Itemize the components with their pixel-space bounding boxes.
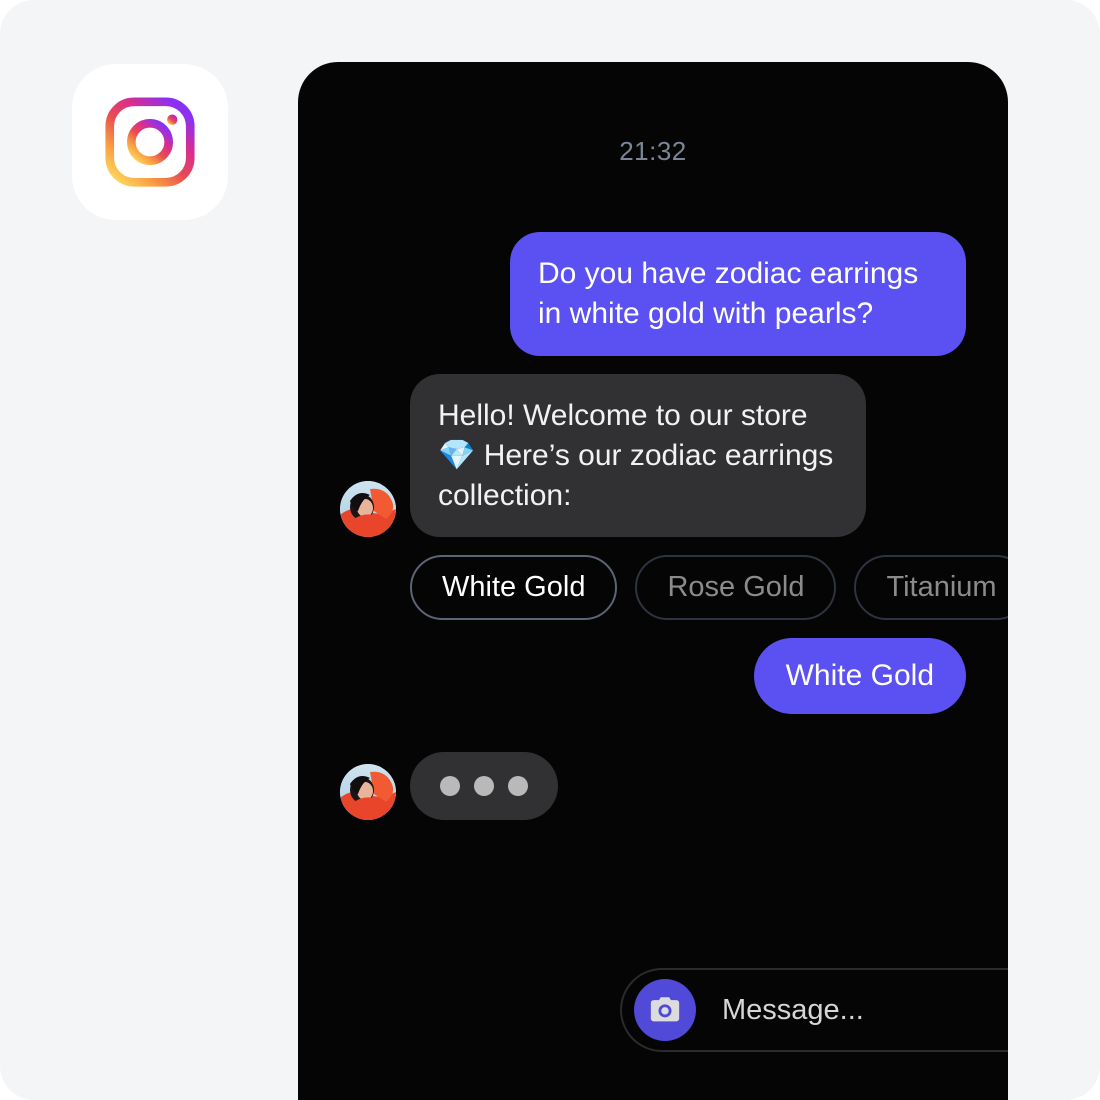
chat-panel: 21:32 Do you have zodiac earrings in whi… bbox=[298, 62, 1008, 1100]
agent-avatar bbox=[340, 764, 396, 821]
message-bubble-outgoing: Do you have zodiac earrings in white gol… bbox=[510, 232, 966, 356]
typing-dot bbox=[508, 776, 528, 797]
instagram-app-icon-card[interactable] bbox=[72, 64, 228, 220]
avatar-photo bbox=[340, 764, 396, 821]
message-composer[interactable]: Message... bbox=[620, 968, 1008, 1052]
quick-reply-white-gold[interactable]: White Gold bbox=[410, 555, 618, 621]
message-row: Do you have zodiac earrings in white gol… bbox=[340, 232, 966, 356]
quick-reply-titanium[interactable]: Titanium bbox=[854, 555, 1008, 621]
gem-icon: 💎 bbox=[438, 438, 476, 472]
instagram-icon bbox=[105, 97, 195, 187]
typing-dot bbox=[474, 776, 494, 797]
typing-dot bbox=[440, 776, 460, 797]
message-bubble-outgoing-selection: White Gold bbox=[753, 638, 966, 715]
typing-indicator bbox=[410, 752, 558, 821]
quick-reply-chips: White Gold Rose Gold Titanium bbox=[410, 555, 1008, 621]
message-text-after: Here’s our zodiac earrings collection: bbox=[438, 438, 834, 512]
camera-button[interactable] bbox=[634, 979, 696, 1041]
agent-avatar bbox=[340, 481, 396, 538]
message-row: Hello! Welcome to our store 💎 Here’s our… bbox=[340, 373, 966, 538]
quick-reply-rose-gold[interactable]: Rose Gold bbox=[635, 555, 837, 621]
message-bubble-incoming: Hello! Welcome to our store 💎 Here’s our… bbox=[410, 373, 866, 538]
avatar-photo bbox=[340, 481, 396, 538]
camera-icon bbox=[650, 997, 680, 1022]
chat-timestamp: 21:32 bbox=[619, 136, 687, 166]
message-text-before: Hello! Welcome to our store bbox=[438, 398, 808, 432]
message-row: White Gold bbox=[340, 638, 966, 715]
message-stream: Do you have zodiac earrings in white gol… bbox=[298, 232, 1008, 838]
page-canvas: 21:32 Do you have zodiac earrings in whi… bbox=[0, 0, 1100, 1100]
message-input[interactable]: Message... bbox=[696, 994, 1008, 1027]
message-row-typing bbox=[340, 752, 966, 821]
